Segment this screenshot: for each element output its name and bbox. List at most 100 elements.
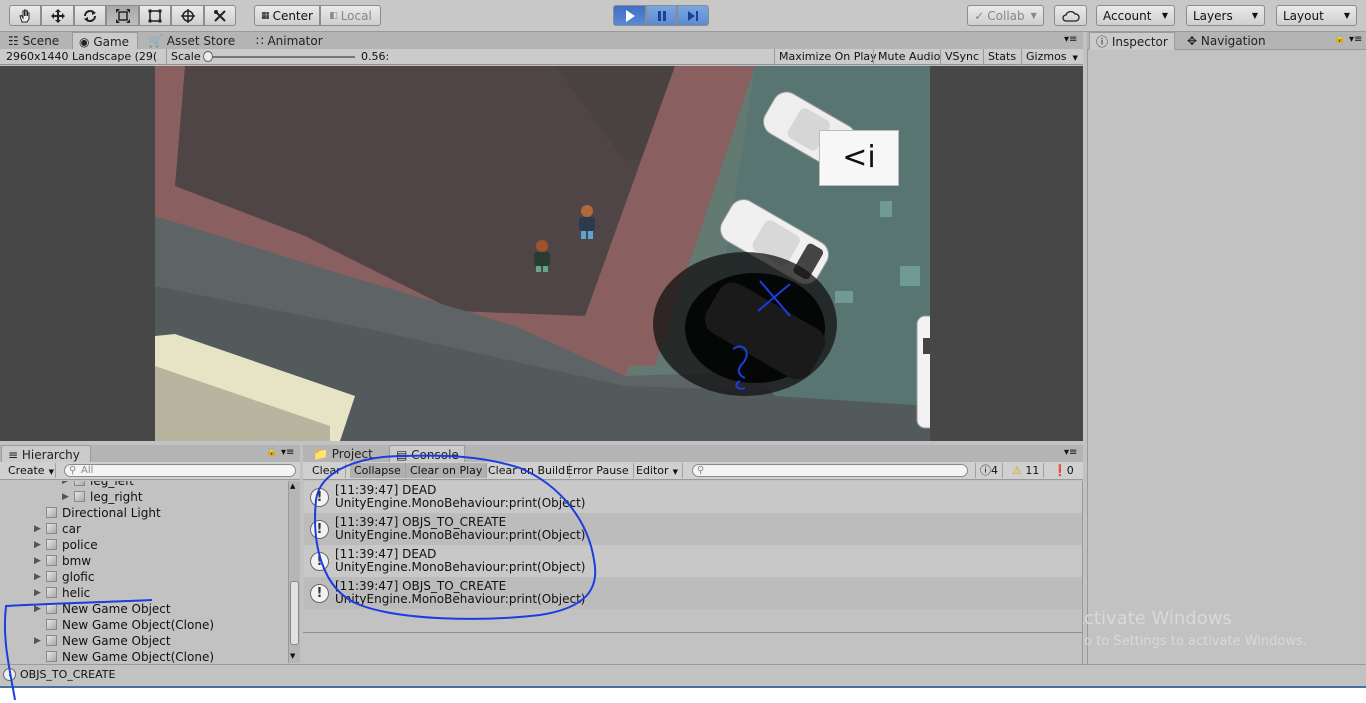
custom-tool-icon[interactable]	[204, 5, 236, 26]
hierarchy-scroll-thumb[interactable]	[290, 581, 299, 645]
console-log-row[interactable]: ! [11:39:47] OBJS_TO_CREATE UnityEngine.Mo…	[304, 513, 1082, 545]
error-filter-toggle[interactable]: ❗0	[1049, 463, 1078, 478]
panel-menu-icon[interactable]: ▾≡	[1349, 34, 1362, 45]
hierarchy-item[interactable]: New Game Object(Clone)	[0, 617, 288, 633]
warning-filter-toggle[interactable]: ⚠ 11	[1008, 463, 1045, 478]
hierarchy-item[interactable]: Directional Light	[0, 505, 288, 521]
hand-tool-icon[interactable]	[9, 5, 41, 26]
hierarchy-item[interactable]: ▶ leg_left	[0, 481, 288, 489]
hierarchy-item-label: Directional Light	[62, 506, 161, 520]
mute-audio-toggle[interactable]: Mute Audio	[873, 49, 944, 65]
panel-menu-icon[interactable]: ▾≡	[1064, 447, 1077, 458]
expand-arrow-icon[interactable]: ▶	[34, 537, 44, 553]
expand-arrow-icon[interactable]: ▶	[34, 633, 44, 649]
expand-arrow-icon[interactable]: ▶	[34, 521, 44, 537]
clear-on-play-toggle[interactable]: Clear on Play	[406, 463, 488, 478]
game-canvas[interactable]: <i	[155, 66, 930, 441]
gameobject-cube-icon	[46, 523, 57, 534]
vsync-toggle[interactable]: VSync	[940, 49, 983, 65]
status-bar[interactable]: ! OBJS_TO_CREATE	[0, 664, 1366, 685]
step-button[interactable]	[677, 5, 709, 26]
clear-button[interactable]: Clear	[308, 463, 346, 478]
play-button[interactable]	[613, 5, 646, 26]
stats-toggle[interactable]: Stats	[983, 49, 1020, 65]
hierarchy-item[interactable]: ▶ car	[0, 521, 288, 537]
info-filter-toggle[interactable]: ⓘ4	[975, 463, 1003, 478]
hierarchy-item[interactable]: New Game Object(Clone)	[0, 649, 288, 663]
scale-tool-icon[interactable]	[106, 5, 139, 26]
create-dropdown[interactable]: Create ▼	[4, 463, 56, 478]
transform-tool-icon[interactable]	[171, 5, 204, 26]
panel-menu-icon[interactable]: ▾≡	[1064, 34, 1077, 45]
console-divider[interactable]	[303, 632, 1083, 633]
scale-slider-thumb[interactable]	[203, 51, 213, 62]
hierarchy-item[interactable]: ▶ New Game Object	[0, 633, 288, 649]
pivot-center-button[interactable]: ▦ Center	[254, 5, 320, 26]
lock-icon[interactable]: 🔒	[266, 447, 277, 457]
scroll-down-icon[interactable]: ▼	[290, 652, 295, 660]
hierarchy-item[interactable]: ▶ glofic	[0, 569, 288, 585]
pivot-local-button[interactable]: ◧ Local	[320, 5, 381, 26]
expand-arrow-icon[interactable]: ▶	[62, 489, 72, 505]
tab-console[interactable]: ▤ Console	[389, 445, 465, 463]
game-view[interactable]: <i	[0, 66, 1083, 441]
console-search-input[interactable]: ⚲	[692, 464, 968, 477]
lock-icon[interactable]: 🔒	[1334, 34, 1345, 44]
tab-inspector[interactable]: ⓘ Inspector	[1089, 32, 1175, 50]
hierarchy-item[interactable]: ▶ leg_right	[0, 489, 288, 505]
overlay-label-box: <i	[819, 130, 899, 186]
expand-arrow-icon[interactable]: ▶	[34, 553, 44, 569]
console-log-row[interactable]: ! [11:39:47] DEAD UnityEngine.MonoBehaviou…	[304, 545, 1082, 577]
expand-arrow-icon[interactable]: ▶	[34, 601, 44, 617]
gameobject-cube-icon	[46, 603, 57, 614]
expand-arrow-icon[interactable]: ▶	[34, 569, 44, 585]
layout-dropdown[interactable]: Layout ▼	[1276, 5, 1357, 26]
hierarchy-item[interactable]: ▶ police	[0, 537, 288, 553]
expand-arrow-icon[interactable]: ▶	[34, 585, 44, 601]
tab-game[interactable]: ◉ Game	[72, 32, 138, 50]
expand-arrow-icon[interactable]: ▶	[62, 481, 72, 489]
tab-scene[interactable]: ☷ Scene	[2, 32, 70, 50]
move-tool-icon[interactable]	[41, 5, 74, 26]
tab-navigation[interactable]: ✥ Navigation	[1181, 32, 1281, 50]
tab-project[interactable]: 📁 Project	[307, 445, 379, 463]
gameobject-cube-icon	[46, 507, 57, 518]
cloud-button[interactable]	[1054, 5, 1087, 26]
mute-label: Mute Audio	[878, 50, 941, 63]
console-log-row[interactable]: ! [11:39:47] DEAD UnityEngine.MonoBehaviou…	[304, 481, 1082, 513]
resolution-dropdown[interactable]: 2960x1440 Landscape (29(	[2, 49, 166, 65]
hierarchy-search-placeholder: All	[81, 465, 94, 476]
hierarchy-item-label: car	[62, 522, 81, 536]
panel-menu-icon[interactable]: ▾≡	[281, 447, 294, 458]
tab-hierarchy[interactable]: ≡ Hierarchy	[1, 445, 91, 463]
hierarchy-item-label: bmw	[62, 554, 92, 568]
clear-on-build-toggle[interactable]: Clear on Build	[484, 463, 571, 478]
collapse-toggle[interactable]: Collapse	[350, 463, 406, 478]
layers-dropdown[interactable]: Layers ▼	[1186, 5, 1265, 26]
gizmos-dropdown[interactable]: Gizmos ▼	[1021, 49, 1083, 65]
hierarchy-item[interactable]: ▶ bmw	[0, 553, 288, 569]
tab-asset-store[interactable]: 🛒 Asset Store	[142, 32, 242, 50]
hierarchy-item[interactable]: ▶ New Game Object	[0, 601, 288, 617]
editor-dropdown[interactable]: Editor ▼	[632, 463, 683, 478]
hierarchy-item-label: New Game Object(Clone)	[62, 618, 215, 632]
hierarchy-search-input[interactable]: ⚲ All	[64, 464, 296, 477]
gameobject-cube-icon	[46, 571, 57, 582]
hierarchy-item[interactable]: ▶ helic	[0, 585, 288, 601]
gameobject-cube-icon	[46, 651, 57, 662]
scale-slider-track[interactable]	[205, 56, 355, 58]
pause-button[interactable]	[646, 5, 677, 26]
gamepad-icon: ◉	[79, 35, 90, 49]
collab-dropdown[interactable]: ✓ Collab ▼	[967, 5, 1044, 26]
stats-label: Stats	[988, 50, 1017, 63]
error-pause-toggle[interactable]: Error Pause	[562, 463, 634, 478]
scroll-up-icon[interactable]: ▲	[290, 482, 295, 490]
account-dropdown[interactable]: Account ▼	[1096, 5, 1175, 26]
rotate-tool-icon[interactable]	[74, 5, 106, 26]
rect-tool-icon[interactable]	[139, 5, 171, 26]
hierarchy-scrollbar[interactable]: ▲ ▼	[288, 481, 300, 663]
console-log-row[interactable]: ! [11:39:47] OBJS_TO_CREATE UnityEngine.Mo…	[304, 577, 1082, 609]
warning-icon: ⚠	[1012, 464, 1022, 477]
maximize-on-play-toggle[interactable]: Maximize On Play	[774, 49, 881, 65]
tab-animator[interactable]: ∷ Animator	[250, 32, 336, 50]
